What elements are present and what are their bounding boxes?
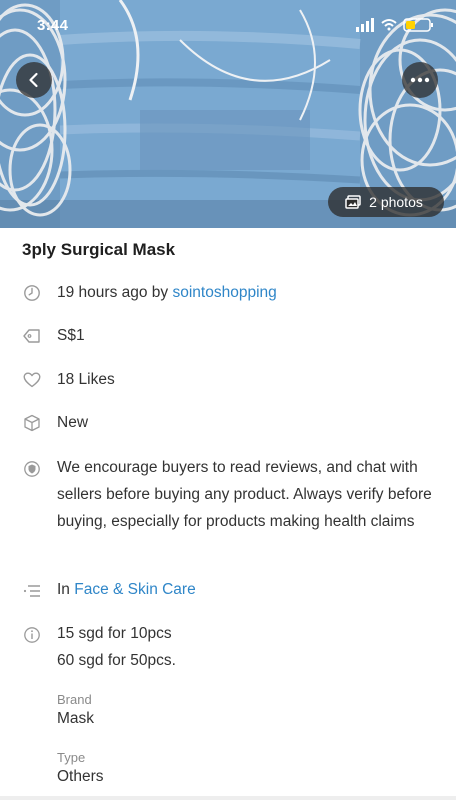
seller-link[interactable]: sointoshopping — [172, 284, 276, 301]
heart-icon — [22, 370, 42, 390]
category-prefix: In — [57, 581, 70, 598]
photos-count-button[interactable]: 2 photos — [328, 187, 444, 217]
box-icon — [22, 413, 42, 433]
brand-label: Brand — [57, 692, 92, 707]
signal-icon — [356, 18, 374, 32]
price-tag-icon — [22, 326, 42, 346]
list-icon — [22, 581, 42, 601]
status-icons — [356, 18, 433, 32]
listing-title: 3ply Surgical Mask — [22, 240, 176, 259]
likes-link[interactable]: 18 Likes — [57, 366, 437, 393]
brand-value: Mask — [57, 710, 95, 727]
posted-text: 19 hours ago by sointoshopping — [57, 279, 437, 306]
type-value: Others — [57, 768, 104, 785]
listing-photo[interactable]: 3:44 2 photos — [0, 0, 456, 228]
price-text: S$1 — [57, 327, 85, 344]
info-icon — [22, 625, 42, 645]
status-time: 3:44 — [37, 17, 69, 34]
chevron-left-icon — [29, 72, 38, 88]
photos-count-label: 2 photos — [369, 194, 423, 210]
back-button[interactable] — [16, 62, 52, 98]
more-options-button[interactable] — [402, 62, 438, 98]
category-text: In Face & Skin Care — [57, 576, 437, 603]
description-line: 60 sgd for 50pcs. — [57, 652, 176, 669]
description-text: 15 sgd for 10pcs 60 sgd for 50pcs. — [57, 620, 437, 674]
divider — [0, 796, 456, 800]
battery-icon — [403, 18, 433, 32]
shield-icon — [22, 459, 42, 479]
notice-text: We encourage buyers to read reviews, and… — [57, 459, 432, 530]
category-link[interactable]: Face & Skin Care — [74, 581, 195, 598]
image-stack-icon — [345, 195, 361, 209]
posted-time: 19 hours ago by — [57, 284, 169, 301]
clock-icon — [22, 283, 42, 303]
type-label: Type — [57, 750, 86, 765]
wifi-icon — [381, 19, 397, 31]
description-line: 15 sgd for 10pcs — [57, 625, 172, 642]
status-bar: 3:44 — [0, 0, 456, 40]
more-horizontal-icon — [410, 77, 430, 83]
condition-text: New — [57, 414, 89, 431]
